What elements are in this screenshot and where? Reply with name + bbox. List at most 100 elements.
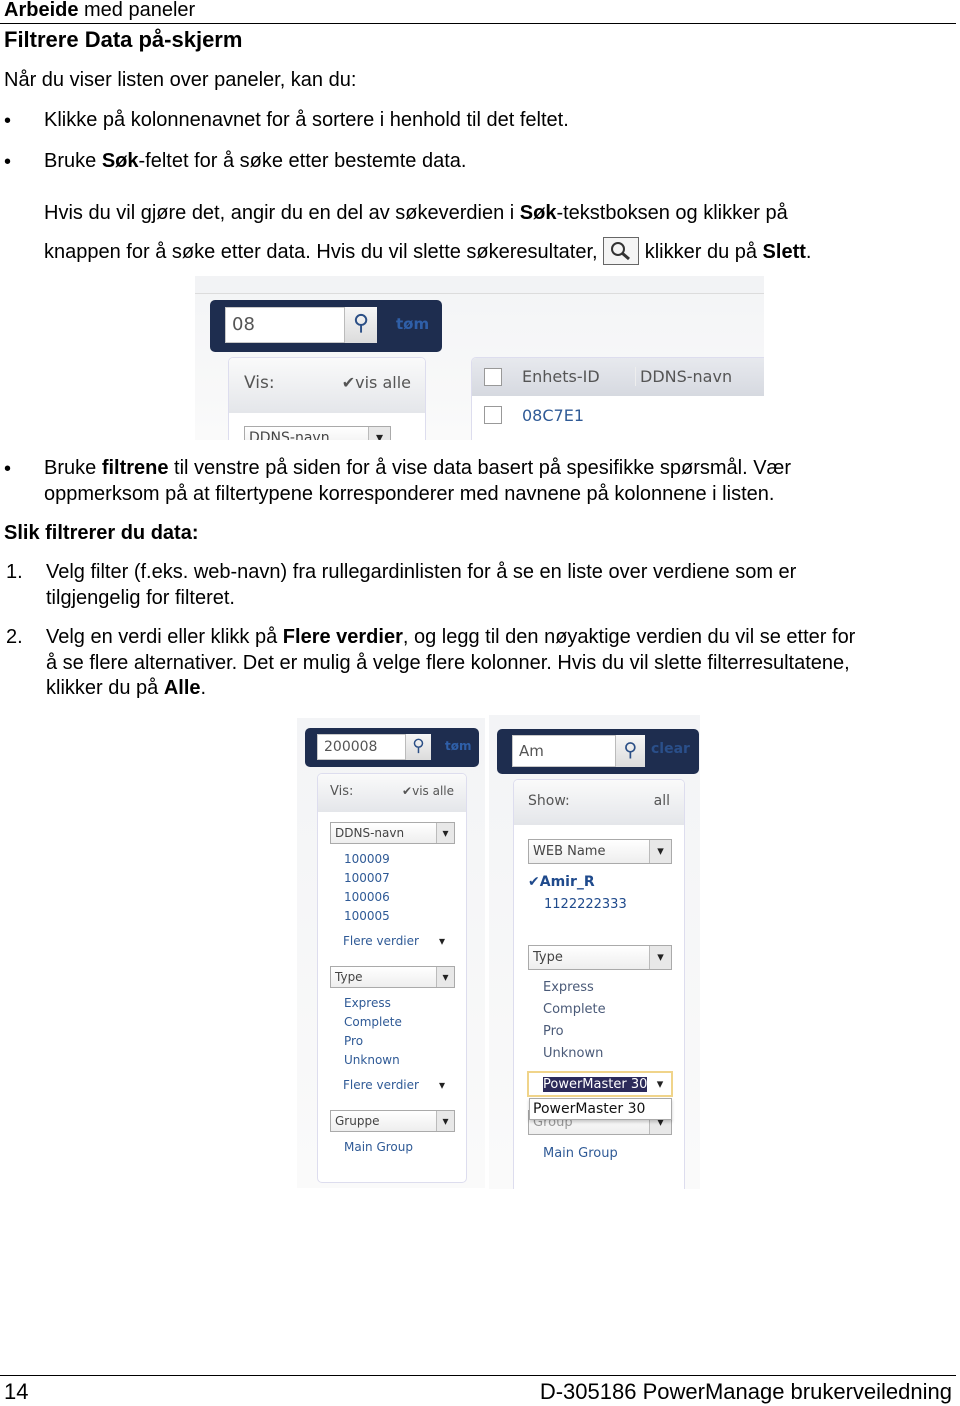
text: knappen for å søke etter data. Hvis du v… [44, 241, 604, 263]
table-row[interactable]: 08C7E1 [472, 398, 764, 438]
filter-value[interactable]: 100006 [344, 890, 390, 904]
filter-value[interactable]: 100007 [344, 871, 390, 885]
search-input[interactable]: 200008 [317, 734, 417, 760]
filter-value[interactable]: 1122222333 [544, 897, 627, 912]
more-text: Flere verdier [343, 1078, 419, 1092]
search-para-line1: Hvis du vil gjøre det, angir du en del a… [44, 200, 788, 226]
chevron-down-icon: ▾ [368, 427, 390, 440]
step-2-line1: Velg en verdi eller klikk på Flere verdi… [46, 624, 855, 650]
filter-value[interactable]: Main Group [543, 1146, 618, 1161]
show-label: Vis: [244, 373, 275, 393]
bullet-dot: • [4, 151, 12, 173]
row-checkbox[interactable] [484, 406, 502, 424]
filter-value[interactable]: Pro [344, 1034, 363, 1048]
clear-link[interactable]: tøm [396, 315, 429, 333]
text-bold: Søk [101, 150, 139, 172]
text: Bruke [44, 150, 102, 172]
select-value: Gruppe [335, 1114, 380, 1128]
more-values-link[interactable]: Flere verdier ▾ [343, 1078, 445, 1092]
column-header[interactable]: DDNS-navn [635, 367, 732, 386]
filter-value[interactable]: 100009 [344, 852, 390, 866]
filter-value[interactable]: Express [543, 980, 594, 995]
search-button[interactable]: ⚲ [405, 734, 431, 760]
text-bold: Slett [762, 241, 806, 263]
show-all-text: vis alle [355, 373, 411, 392]
search-button[interactable]: ⚲ [344, 307, 377, 343]
text: -tekstboksen og klikker på [556, 202, 788, 224]
check-icon: ✔ [528, 874, 540, 890]
device-id[interactable]: 08C7E1 [522, 406, 584, 425]
text: Hvis du vil gjøre det, angir du en del a… [44, 202, 520, 224]
step-2-line3: klikker du på Alle. [46, 675, 206, 701]
show-all-text: vis alle [412, 784, 454, 798]
select-value: DDNS-navn [335, 826, 405, 840]
filter-value[interactable]: 100005 [344, 909, 390, 923]
search-icon [603, 237, 640, 265]
text: Bruke [44, 457, 102, 479]
filter-select[interactable]: DDNS-navn ▾ [244, 426, 391, 440]
intro-text: Når du viser listen over paneler, kan du… [4, 69, 357, 91]
filter-panel: Show: all WEB Name ▾ ✔Amir_R 1122222333 Ty… [513, 779, 685, 1189]
filter-select-web[interactable]: WEB Name ▾ [528, 839, 672, 864]
filter-panel: Vis: ✔vis alle DDNS-navn ▾ [228, 357, 426, 440]
show-all-link[interactable]: ✔vis alle [402, 784, 454, 798]
select-value: Type [533, 950, 563, 965]
show-all-link[interactable]: all [654, 793, 670, 809]
filter-select-group[interactable]: Gruppe ▾ [330, 1110, 455, 1132]
filter-value[interactable]: Complete [344, 1015, 402, 1029]
filter-value[interactable]: Main Group [344, 1140, 413, 1154]
search-bar: Am ⚲ clear [497, 729, 699, 774]
dropdown-option[interactable]: PowerMaster 30 [529, 1098, 672, 1120]
text-bold: Søk [519, 202, 557, 224]
chapter-bold: Arbeide [4, 0, 79, 21]
section-title: Filtrere Data på-skjerm [4, 27, 243, 52]
search-bar: 200008 ⚲ tøm [305, 728, 479, 767]
select-value: WEB Name [533, 844, 606, 859]
device-table: Enhets-ID DDNS-navn 08C7E1 [471, 357, 764, 440]
screenshot-search: 08 ⚲ tøm Vis: ✔vis alle DDNS-navn ▾ Enhets… [195, 276, 764, 440]
clear-link[interactable]: clear [651, 741, 690, 757]
filter-select-type[interactable]: Type ▾ [330, 966, 455, 988]
step-number: 2. [6, 626, 23, 648]
value-text: Amir_R [539, 874, 595, 890]
filter-select-model[interactable]: PowerMaster 30 ▾ [527, 1071, 673, 1097]
screenshot-filter-nor: 200008 ⚲ tøm Vis: ✔vis alle DDNS-navn ▾ 10… [297, 718, 485, 1188]
chevron-down-icon: ▾ [649, 1073, 671, 1095]
page-number: 14 [4, 1379, 29, 1404]
bullet-1: Klikke på kolonnenavnet for å sortere i … [44, 109, 569, 131]
selected-value[interactable]: ✔Amir_R [528, 874, 595, 890]
filter-select-ddns[interactable]: DDNS-navn ▾ [330, 822, 455, 844]
chapter-rest: med paneler [78, 0, 196, 21]
show-all-link[interactable]: ✔vis alle [342, 373, 411, 392]
step-1-line2: tilgjengelig for filteret. [46, 587, 235, 609]
step-1-line1: Velg filter (f.eks. web-navn) fra rulleg… [46, 561, 797, 583]
chevron-down-icon: ▾ [436, 823, 454, 843]
search-input[interactable]: 08 [225, 307, 360, 343]
search-input[interactable]: Am [512, 735, 627, 767]
more-values-link[interactable]: Flere verdier ▾ [343, 934, 445, 948]
filter-value[interactable]: Pro [543, 1024, 564, 1039]
header-rule [0, 23, 956, 24]
chevron-down-icon: ▾ [649, 946, 671, 969]
text-bold: filtrene [101, 457, 169, 479]
show-label: Vis: [330, 784, 354, 799]
text-bold: Alle [163, 677, 201, 699]
select-all-checkbox[interactable] [484, 368, 502, 386]
filter-select-type[interactable]: Type ▾ [528, 945, 672, 970]
bullet-2: Bruke Søk-feltet for å søke etter bestem… [44, 148, 466, 174]
text: . [805, 241, 812, 263]
filter-value[interactable]: Unknown [543, 1046, 603, 1061]
text: -feltet for å søke etter bestemte data. [138, 150, 467, 172]
select-value: Type [335, 970, 363, 984]
chevron-down-icon: ▾ [649, 840, 671, 863]
running-header: Arbeide med paneler [4, 0, 195, 23]
filter-value[interactable]: Complete [543, 1002, 606, 1017]
column-header[interactable]: Enhets-ID [522, 367, 600, 386]
text: , og legg til den nøyaktige verdien du v… [402, 626, 856, 648]
search-button[interactable]: ⚲ [615, 735, 645, 767]
more-text: Flere verdier [343, 934, 419, 948]
filter-value[interactable]: Express [344, 996, 391, 1010]
bullet-dot: • [4, 110, 12, 132]
filter-value[interactable]: Unknown [344, 1053, 400, 1067]
clear-link[interactable]: tøm [445, 739, 471, 753]
